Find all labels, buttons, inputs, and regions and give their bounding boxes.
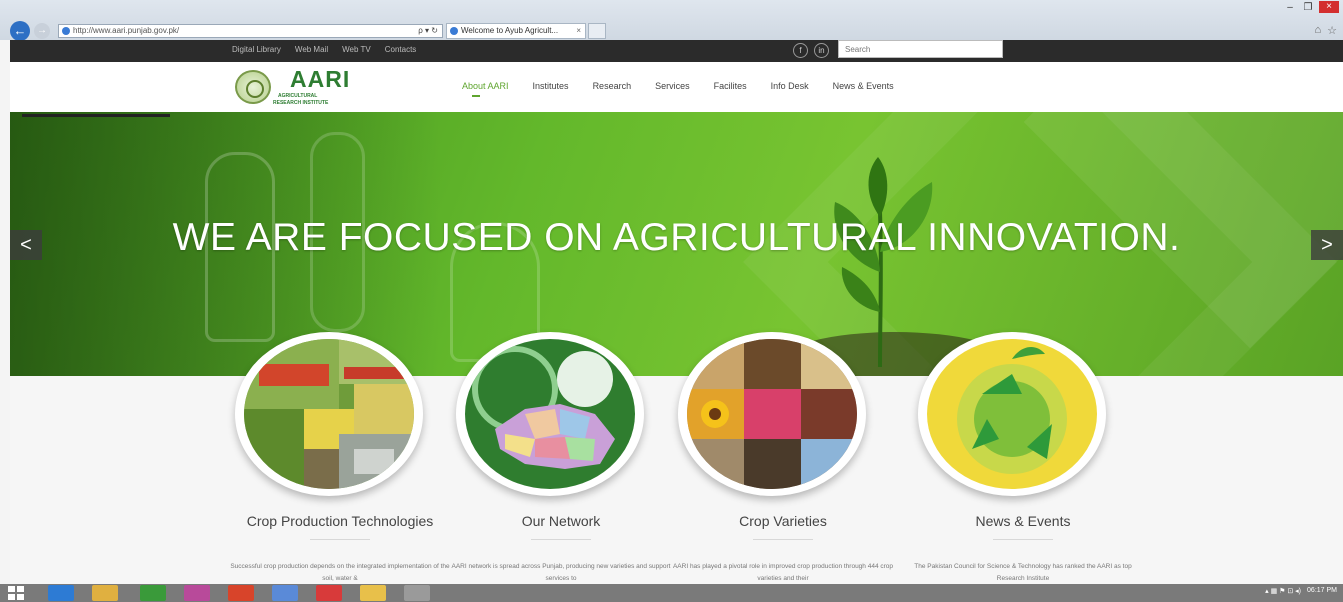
topbar-links: Digital Library Web Mail Web TV Contacts <box>232 45 416 54</box>
card-image-our-network[interactable] <box>456 332 644 496</box>
card-image-crop-production[interactable] <box>235 332 423 496</box>
nav-facilites[interactable]: Facilites <box>714 81 747 91</box>
slider-progress-bar <box>22 114 170 117</box>
close-window-button[interactable]: × <box>1319 1 1339 13</box>
card-image-news-events[interactable] <box>918 332 1106 496</box>
linkedin-icon[interactable]: in <box>814 43 829 58</box>
farm-machinery-collage-image <box>244 339 414 489</box>
home-icon[interactable]: ⌂ <box>1314 24 1321 37</box>
card-title-crop-varieties[interactable]: Crop Varieties <box>663 513 903 529</box>
punjab-map-image <box>465 339 635 489</box>
browser-tools: ⌂ ☆ <box>1314 24 1337 37</box>
windows-taskbar: ▴ ▦ ⚑ ⊡ ◂) 06:17 PM <box>0 584 1343 602</box>
tab-close-icon[interactable]: × <box>576 24 581 38</box>
card-image-crop-varieties[interactable] <box>678 332 866 496</box>
forward-arrow-icon[interactable]: → <box>34 23 50 39</box>
aari-emblem-icon[interactable] <box>235 70 271 104</box>
logo-subtitle-1: AGRICULTURAL <box>278 93 318 99</box>
address-bar[interactable]: http://www.aari.punjab.gov.pk/ ρ ▾ ↻ <box>58 24 443 38</box>
tray-clock[interactable]: 06:17 PM <box>1307 587 1337 595</box>
browser-tab[interactable]: Welcome to Ayub Agricult... × <box>446 23 586 39</box>
window-controls: – ❐ × <box>1283 0 1339 14</box>
app-taskbar-icon[interactable] <box>140 585 166 601</box>
card-text-news-events: The Pakistan Council for Science & Techn… <box>914 563 1132 582</box>
chrome-taskbar-icon[interactable] <box>228 585 254 601</box>
card-divider <box>310 539 370 540</box>
nav-about-aari[interactable]: About AARI <box>462 81 509 97</box>
address-text: http://www.aari.punjab.gov.pk/ <box>73 26 180 35</box>
ie-icon <box>62 27 70 35</box>
card-title-crop-production[interactable]: Crop Production Technologies <box>220 513 460 529</box>
site-topbar: Digital Library Web Mail Web TV Contacts… <box>10 40 1343 62</box>
file-explorer-icon[interactable] <box>92 585 118 601</box>
card-title-news-events[interactable]: News & Events <box>903 513 1143 529</box>
seeds-flowers-collage-image <box>687 339 857 489</box>
facebook-icon[interactable]: f <box>793 43 808 58</box>
content-area <box>10 376 1343 584</box>
nav-info-desk[interactable]: Info Desk <box>771 81 809 91</box>
main-nav: About AARI Institutes Research Services … <box>462 81 918 97</box>
social-links: f in <box>793 43 829 58</box>
seedling-image <box>834 157 933 368</box>
link-digital-library[interactable]: Digital Library <box>232 45 281 54</box>
link-web-mail[interactable]: Web Mail <box>295 45 328 54</box>
logo-title[interactable]: AARI <box>290 66 350 93</box>
app-taskbar-icon-3[interactable] <box>316 585 342 601</box>
app-taskbar-icon-5[interactable] <box>404 585 430 601</box>
card-divider <box>753 539 813 540</box>
card-text-crop-varieties: AARI has played a pivotal role in improv… <box>672 563 894 582</box>
nav-services[interactable]: Services <box>655 81 690 91</box>
new-tab-button[interactable] <box>588 23 606 39</box>
app-taskbar-icon-2[interactable] <box>272 585 298 601</box>
address-controls[interactable]: ρ ▾ ↻ <box>418 25 438 37</box>
mail-taskbar-icon[interactable] <box>184 585 210 601</box>
card-divider <box>531 539 591 540</box>
tab-favicon-icon <box>450 27 458 35</box>
site-header: AARI AGRICULTURAL RESEARCH INSTITUTE Abo… <box>10 62 1343 112</box>
nav-research[interactable]: Research <box>593 81 632 91</box>
card-text-crop-production: Successful crop production depends on th… <box>230 563 450 582</box>
tray-icons[interactable]: ▴ ▦ ⚑ ⊡ ◂) <box>1265 587 1301 595</box>
green-globe-recycle-image <box>927 339 1097 489</box>
card-divider <box>993 539 1053 540</box>
nav-news-events[interactable]: News & Events <box>833 81 894 91</box>
card-text-our-network: AARI network is spread across Punjab, pr… <box>451 563 671 582</box>
browser-chrome: ← → http://www.aari.punjab.gov.pk/ ρ ▾ ↻… <box>0 0 1343 41</box>
link-contacts[interactable]: Contacts <box>385 45 417 54</box>
link-web-tv[interactable]: Web TV <box>342 45 371 54</box>
site-search-input[interactable] <box>838 40 1003 58</box>
hero-title: WE ARE FOCUSED ON AGRICULTURAL INNOVATIO… <box>172 216 1181 259</box>
back-arrow-icon[interactable]: ← <box>10 21 30 41</box>
windows-start-icon[interactable] <box>8 586 24 600</box>
slider-prev-button[interactable]: < <box>10 230 42 260</box>
logo-subtitle-2: RESEARCH INSTITUTE <box>273 100 329 106</box>
slider-next-button[interactable]: > <box>1311 230 1343 260</box>
nav-institutes[interactable]: Institutes <box>533 81 569 91</box>
ie-taskbar-icon[interactable] <box>48 585 74 601</box>
hero-slider: WE ARE FOCUSED ON AGRICULTURAL INNOVATIO… <box>10 112 1343 376</box>
card-title-our-network[interactable]: Our Network <box>441 513 681 529</box>
maximize-button[interactable]: ❐ <box>1301 2 1315 13</box>
app-taskbar-icon-4[interactable] <box>360 585 386 601</box>
tab-title: Welcome to Ayub Agricult... <box>461 26 559 35</box>
system-tray: ▴ ▦ ⚑ ⊡ ◂) 06:17 PM <box>1265 587 1337 595</box>
minimize-button[interactable]: – <box>1283 2 1297 13</box>
favorites-star-icon[interactable]: ☆ <box>1327 24 1337 37</box>
